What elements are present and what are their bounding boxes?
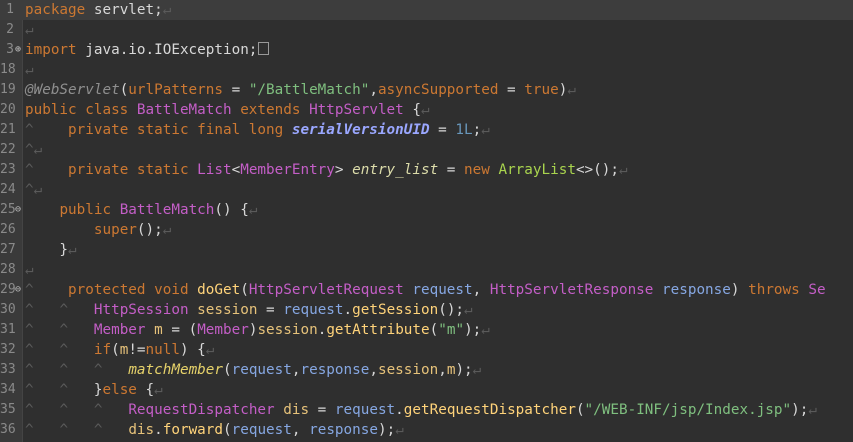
code-text: ^ ^ if(m!=null) {↵ — [25, 342, 215, 358]
line-number: 32 — [0, 342, 16, 357]
code-line[interactable]: 19 @WebServlet(urlPatterns = "/BattleMatc… — [0, 80, 853, 100]
code-text: ↵ — [25, 62, 34, 78]
fold-collapse-icon[interactable]: ⊖ — [14, 200, 22, 220]
line-number: 27 — [0, 242, 16, 257]
fold-collapse-icon[interactable]: ⊖ — [14, 280, 22, 300]
code-editor[interactable]: 1 package servlet;↵ 2 ↵ 3 ⊕ import java.io.IOE… — [0, 0, 853, 442]
code-text: ↵ — [25, 262, 34, 278]
code-lines: 1 package servlet;↵ 2 ↵ 3 ⊕ import java.io.IOE… — [0, 0, 853, 440]
code-line[interactable]: 29 ⊖ ^ protected void doGet(HttpServletReq… — [0, 280, 853, 300]
code-text: import java.io.IOException; — [25, 40, 270, 60]
code-text: @WebServlet(urlPatterns = "/BattleMatch"… — [25, 82, 576, 98]
line-number: 25 — [0, 202, 16, 217]
line-number: 31 — [0, 322, 16, 337]
line-number: 19 — [0, 82, 16, 97]
code-line[interactable]: 20 public class BattleMatch extends HttpS… — [0, 100, 853, 120]
line-number: 20 — [0, 102, 16, 117]
code-text: }↵ — [25, 242, 77, 258]
code-line[interactable]: 23 ^ private static List<MemberEntry> ent… — [0, 160, 853, 180]
line-number: 26 — [0, 222, 16, 237]
code-text: ^ ^ HttpSession session = request.getSes… — [25, 302, 473, 318]
code-text: ^ ^ ^ dis.forward(request, response);↵ — [25, 422, 404, 438]
line-number: 22 — [0, 142, 16, 157]
code-line[interactable]: 32 ^ ^ if(m!=null) {↵ — [0, 340, 853, 360]
code-text: package servlet;↵ — [25, 2, 172, 18]
code-line[interactable]: 31 ^ ^ Member m = (Member)session.getAttr… — [0, 320, 853, 340]
line-number: 2 — [6, 22, 14, 37]
line-number: 1 — [6, 2, 14, 17]
line-number: 33 — [0, 362, 16, 377]
line-number: 24 — [0, 182, 16, 197]
code-line[interactable]: 22 ^↵ — [0, 140, 853, 160]
code-text: public class BattleMatch extends HttpSer… — [25, 102, 430, 118]
code-line[interactable]: 3 ⊕ import java.io.IOException; — [0, 40, 853, 60]
code-text: ^ ^ Member m = (Member)session.getAttrib… — [25, 322, 490, 338]
code-text: super();↵ — [93, 222, 172, 238]
fold-expand-icon[interactable]: ⊕ — [14, 40, 22, 60]
code-line[interactable]: 25 ⊖ public BattleMatch() {↵ — [0, 200, 853, 220]
code-line[interactable]: 36 ^ ^ ^ dis.forward(request, response);↵ — [0, 420, 853, 440]
code-text: ↵ — [25, 22, 34, 38]
line-number: 36 — [0, 422, 16, 437]
folded-imports-icon[interactable] — [258, 42, 270, 55]
code-text: ^ ^ ^ matchMember(request,response,sessi… — [25, 362, 482, 378]
code-text: ^↵ — [25, 182, 43, 198]
code-text: ^ ^ ^ RequestDispatcher dis = request.ge… — [25, 402, 817, 418]
line-number: 21 — [0, 122, 16, 137]
line-number: 18 — [0, 62, 16, 77]
line-number: 28 — [0, 262, 16, 277]
code-line[interactable]: 27 }↵ — [0, 240, 853, 260]
code-line[interactable]: 30 ^ ^ HttpSession session = request.getS… — [0, 300, 853, 320]
code-line[interactable]: 33 ^ ^ ^ matchMember(request,response,ses… — [0, 360, 853, 380]
code-line[interactable]: 35 ^ ^ ^ RequestDispatcher dis = request.… — [0, 400, 853, 420]
line-number: 23 — [0, 162, 16, 177]
code-line[interactable]: 26 super();↵ — [0, 220, 853, 240]
code-line[interactable]: 18 ↵ — [0, 60, 853, 80]
code-text: ^ private static final long serialVersio… — [25, 122, 490, 138]
code-line[interactable]: 34 ^ ^ }else {↵ — [0, 380, 853, 400]
line-number: 3 — [6, 42, 14, 57]
code-text: ^ protected void doGet(HttpServletReques… — [25, 282, 826, 298]
line-number: 29 — [0, 282, 16, 297]
code-text: public BattleMatch() {↵ — [59, 202, 258, 218]
line-number: 34 — [0, 382, 16, 397]
line-number: 30 — [0, 302, 16, 317]
line-number: 35 — [0, 402, 16, 417]
code-line[interactable]: 24 ^↵ — [0, 180, 853, 200]
code-line[interactable]: 2 ↵ — [0, 20, 853, 40]
code-line[interactable]: 28 ↵ — [0, 260, 853, 280]
code-text: ^↵ — [25, 142, 43, 158]
code-text: ^ private static List<MemberEntry> entry… — [25, 162, 628, 178]
code-line[interactable]: 1 package servlet;↵ — [0, 0, 853, 20]
code-line[interactable]: 21 ^ private static final long serialVers… — [0, 120, 853, 140]
code-text: ^ ^ }else {↵ — [25, 382, 163, 398]
